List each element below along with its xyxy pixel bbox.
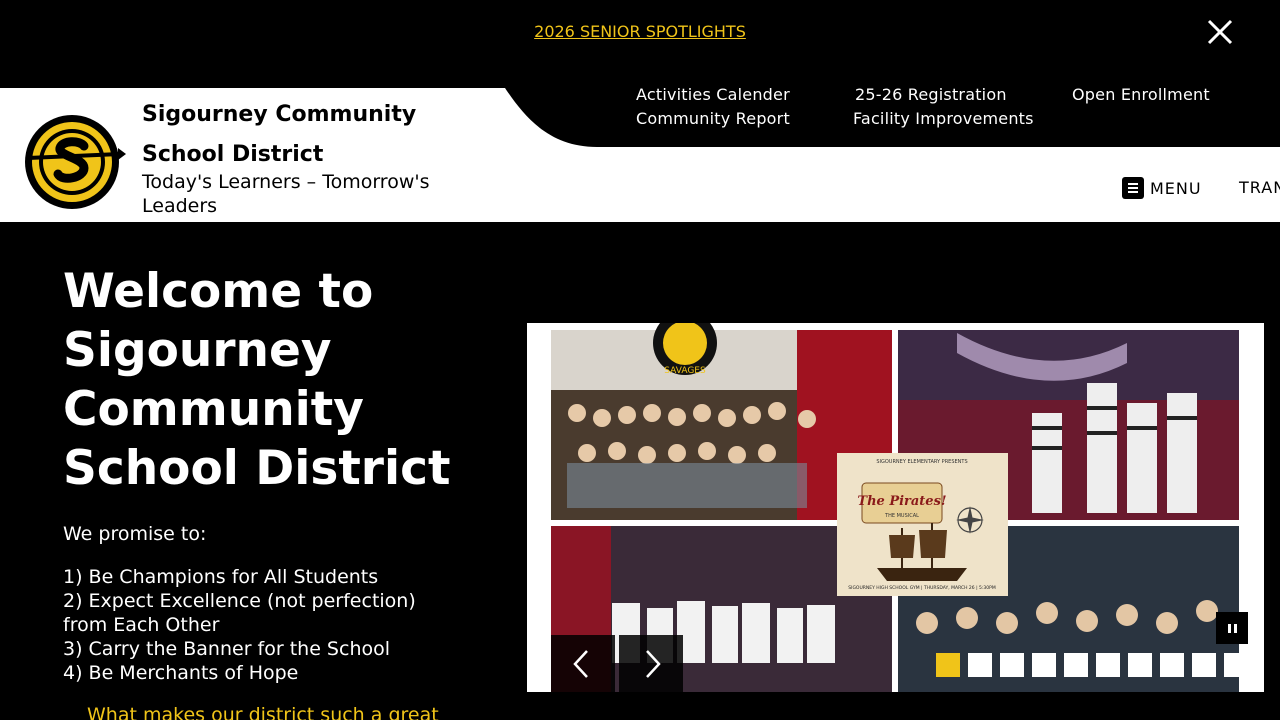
hamburger-icon (1122, 177, 1144, 199)
promise-item: 2) Expect Excellence (not perfection) fr… (63, 590, 416, 636)
promise-title: We promise to: (63, 523, 207, 545)
banner-text: SAVAGES (664, 366, 706, 376)
district-info-link[interactable]: What makes our district such a great (87, 703, 439, 720)
promise-list: 1) Be Champions for All Students 2) Expe… (63, 565, 463, 685)
quicklink-registration[interactable]: 25-26 Registration (855, 83, 1007, 107)
menu-label: MENU (1150, 178, 1202, 198)
promise-item: 1) Be Champions for All Students (63, 566, 379, 588)
slide-dot[interactable] (1192, 653, 1216, 677)
close-icon[interactable] (1200, 12, 1240, 52)
site-header: Sigourney Community School District Toda… (0, 85, 1280, 222)
slide-dot[interactable] (1128, 653, 1152, 677)
menu-button[interactable]: MENU (1122, 176, 1202, 200)
alert-bar: 2026 SENIOR SPOTLIGHTS (0, 0, 1280, 88)
slide-dot[interactable] (1000, 653, 1024, 677)
slide-dot[interactable] (1064, 653, 1088, 677)
next-slide-button[interactable] (619, 635, 683, 692)
welcome-heading: Welcome to Sigourney Community School Di… (63, 264, 451, 496)
promise-item: 4) Be Merchants of Hope (63, 662, 299, 684)
quicklink-open-enrollment[interactable]: Open Enrollment (1072, 83, 1210, 107)
poster-footer: SIGOURNEY HIGH SCHOOL GYM | THURSDAY, MA… (848, 585, 996, 591)
district-logo[interactable] (22, 112, 126, 212)
slide-dot[interactable] (1160, 653, 1184, 677)
hero-section: Welcome to Sigourney Community School Di… (0, 222, 1280, 720)
site-title[interactable]: Sigourney Community School District (142, 95, 502, 175)
slide-dot[interactable] (1224, 653, 1248, 677)
slide-dot[interactable] (968, 653, 992, 677)
site-tagline: Today's Learners – Tomorrow's Leaders (142, 171, 430, 217)
quicklink-facility-improvements[interactable]: Facility Improvements (853, 107, 1034, 131)
senior-spotlights-link[interactable]: 2026 SENIOR SPOTLIGHTS (0, 22, 1280, 41)
pause-icon (1227, 623, 1231, 633)
promise-item: 3) Carry the Banner for the School (63, 638, 391, 660)
translate-button[interactable]: TRAN (1239, 176, 1280, 200)
poster-subtitle: THE MUSICAL (884, 513, 919, 519)
photo-slideshow: SAVAGES SIGOURNEY ELEMENTARY PRESENTS Th… (527, 323, 1264, 692)
slide-dot[interactable] (1096, 653, 1120, 677)
poster-title: The Pirates! (857, 494, 946, 509)
quicklink-community-report[interactable]: Community Report (636, 107, 790, 131)
chevron-left-icon (573, 650, 588, 678)
slide-dot[interactable] (936, 653, 960, 677)
chevron-right-icon (646, 650, 661, 678)
poster-header-text: SIGOURNEY ELEMENTARY PRESENTS (876, 459, 967, 465)
prev-slide-button[interactable] (551, 635, 615, 692)
slide-dot[interactable] (1032, 653, 1056, 677)
quicklink-activities-calendar[interactable]: Activities Calender (636, 83, 790, 107)
pause-slideshow-button[interactable] (1216, 612, 1248, 644)
